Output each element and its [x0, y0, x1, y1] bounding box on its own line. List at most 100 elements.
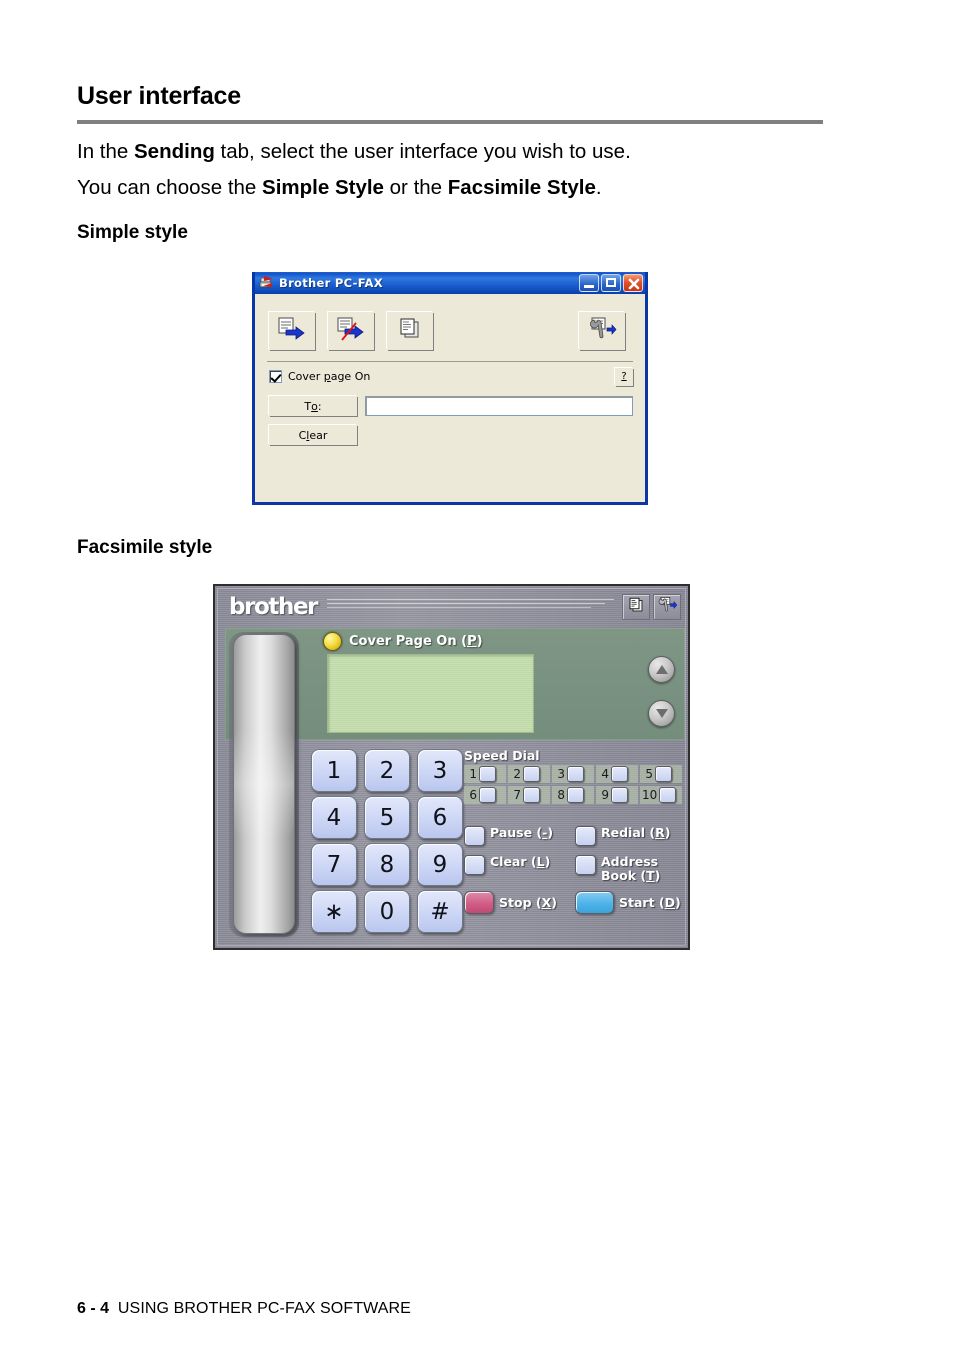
send-fax-no-cover-button[interactable] [328, 312, 374, 350]
clear-key-icon[interactable] [464, 855, 485, 875]
minimize-button[interactable] [579, 274, 599, 292]
pause-button[interactable]: Pause (-) [464, 826, 575, 846]
cover-page-led-icon[interactable] [323, 632, 342, 651]
cover-page-checkbox[interactable] [269, 370, 282, 383]
redial-key-icon[interactable] [575, 826, 596, 846]
keypad-key[interactable]: 0 [364, 890, 410, 933]
intro-paragraph-1: In the Sending tab, select the user inte… [77, 141, 631, 163]
keypad-key[interactable]: 9 [417, 843, 463, 886]
to-button-key: o [311, 399, 318, 413]
function-row: Pause (-) Redial (R) [464, 826, 686, 846]
address-book-key-icon[interactable] [575, 855, 596, 875]
speed-dial-item[interactable]: 4 [596, 765, 638, 783]
telephone-handset [227, 632, 301, 937]
cover-page-button[interactable] [387, 312, 433, 350]
speed-dial-item[interactable]: 1 [464, 765, 506, 783]
clear-button[interactable]: Clear (L) [464, 855, 575, 882]
start-key-icon[interactable] [575, 891, 614, 914]
wrench-arrow-icon [587, 316, 617, 346]
dialog-toolbar [255, 294, 645, 354]
cover-page-toggle-row[interactable]: Cover Page On (P) [323, 632, 483, 651]
header-decor-lines [327, 598, 614, 609]
cover-label-key: p [323, 370, 331, 383]
triangle-down-icon [655, 709, 668, 718]
keypad-key[interactable]: ∗ [311, 890, 357, 933]
stop-key-icon[interactable] [464, 891, 494, 914]
cover-label-post: age On [330, 370, 371, 383]
redial-button[interactable]: Redial (R) [575, 826, 686, 846]
recipient-field-wrapper[interactable] [365, 396, 633, 418]
facsimile-style-panel: brother Cover Page On (P) 1 2 3 4 5 6 7 … [213, 584, 690, 950]
keypad-key[interactable]: 2 [364, 749, 410, 792]
help-button[interactable]: ? [615, 368, 633, 386]
scroll-up-button[interactable] [648, 656, 675, 683]
speed-dial-item[interactable]: 2 [508, 765, 550, 783]
speed-dial-key[interactable] [479, 766, 496, 782]
scroll-down-button[interactable] [648, 700, 675, 727]
speed-dial-item[interactable]: 6 [464, 786, 506, 804]
lcd-input[interactable] [328, 655, 533, 732]
dial-keypad: 1 2 3 4 5 6 7 8 9 ∗ 0 # [311, 749, 463, 933]
pause-label: Pause (-) [490, 826, 553, 840]
speed-dial-item[interactable]: 3 [552, 765, 594, 783]
cover-page-icon-button[interactable] [622, 594, 650, 620]
page-footer: 6 - 4 USING BROTHER PC-FAX SOFTWARE [77, 1300, 411, 1318]
subheading-facsimile-style: Facsimile style [77, 537, 213, 558]
keypad-key[interactable]: 1 [311, 749, 357, 792]
dialog-titlebar[interactable]: Brother PC-FAX [255, 272, 645, 294]
maximize-button[interactable] [601, 274, 621, 292]
speed-dial-key[interactable] [567, 787, 584, 803]
pause-key-icon[interactable] [464, 826, 485, 846]
start-label-post: ) [675, 894, 681, 910]
speed-dial-key[interactable] [523, 787, 540, 803]
keypad-key[interactable]: 6 [417, 796, 463, 839]
triangle-up-icon [655, 665, 668, 674]
keypad-key[interactable]: 3 [417, 749, 463, 792]
copy-pages-icon [627, 596, 645, 618]
keypad-key[interactable]: 7 [311, 843, 357, 886]
speed-dial-item[interactable]: 7 [508, 786, 550, 804]
clear-button-post: ear [309, 428, 328, 442]
speed-dial-item[interactable]: 9 [596, 786, 638, 804]
start-button[interactable]: Start (D) [575, 891, 686, 914]
clear-button[interactable]: Cl ear [269, 425, 357, 445]
dialog-body: Cover page On ? To: Cl ear [255, 294, 645, 502]
footer-page-number: 6 - 4 [77, 1300, 110, 1317]
speed-dial-key[interactable] [659, 787, 677, 803]
speed-dial-item[interactable]: 5 [640, 765, 682, 783]
recipient-input[interactable] [366, 399, 632, 418]
redial-label-key: R [655, 825, 665, 840]
speed-dial-key[interactable] [655, 766, 672, 782]
address-book-button[interactable]: Address Book (T) [575, 855, 686, 882]
stop-button[interactable]: Stop (X) [464, 891, 575, 914]
keypad-key[interactable]: # [417, 890, 463, 933]
speed-dial-key[interactable] [611, 766, 628, 782]
keypad-key[interactable]: 4 [311, 796, 357, 839]
to-button[interactable]: To: [269, 396, 357, 416]
paragraph-2-pre: You can choose the [77, 176, 263, 199]
redial-label: Redial (R) [601, 826, 670, 840]
keypad-key[interactable]: 5 [364, 796, 410, 839]
send-fax-button[interactable] [269, 312, 315, 350]
stop-label-post: ) [551, 894, 557, 910]
help-label: ? [621, 371, 627, 382]
close-button[interactable] [623, 274, 643, 292]
speed-dial-item[interactable]: 8 [552, 786, 594, 804]
paragraph-2-mid: or the [383, 176, 448, 199]
cover-toggle-pre: Cover Page On ( [349, 634, 468, 649]
paragraph-2-bold-2: Facsimile Style [447, 176, 596, 199]
keypad-key[interactable]: 8 [364, 843, 410, 886]
speed-dial-number: 2 [513, 767, 521, 781]
speed-dial-key[interactable] [611, 787, 628, 803]
function-row: Stop (X) Start (D) [464, 891, 686, 914]
speed-dial-title: Speed Dial [464, 748, 540, 763]
cover-page-checkbox-row[interactable]: Cover page On [269, 370, 370, 383]
lcd-display[interactable] [327, 654, 534, 733]
speed-dial-key[interactable] [523, 766, 540, 782]
speed-dial-key[interactable] [479, 787, 496, 803]
brother-logo: brother [229, 594, 319, 620]
address-book-setup-button[interactable] [579, 312, 625, 350]
speed-dial-key[interactable] [567, 766, 584, 782]
speed-dial-item[interactable]: 10 [640, 786, 682, 804]
setup-icon-button[interactable] [653, 594, 681, 620]
